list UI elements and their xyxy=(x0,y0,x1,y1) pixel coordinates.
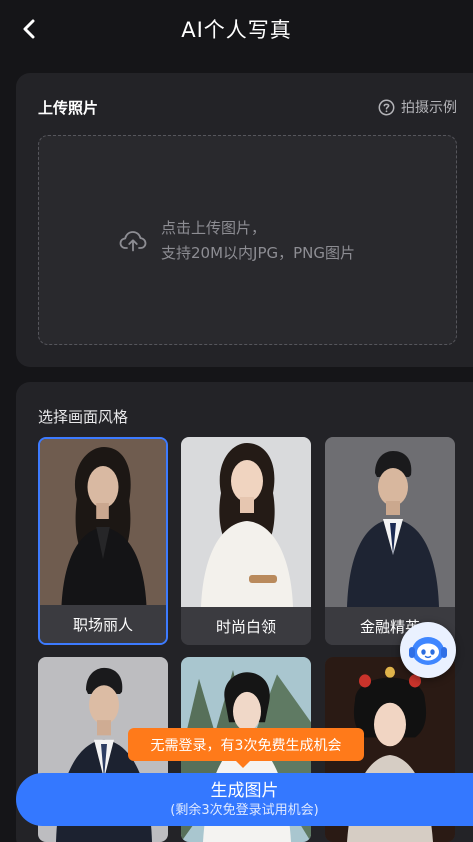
assistant-button[interactable] xyxy=(400,622,456,678)
generate-button[interactable]: 生成图片 (剩余3次免登录试用机会) xyxy=(16,773,473,826)
style-option-label: 时尚白领 xyxy=(181,607,311,645)
upload-section: 上传照片 拍摄示例 点击上传图片， 支持20M以内JPG，PNG图片 xyxy=(16,73,473,367)
style-thumbnail xyxy=(325,437,455,607)
generate-button-sublabel: (剩余3次免登录试用机会) xyxy=(170,802,319,818)
style-option-fashion-white-collar[interactable]: 时尚白领 xyxy=(181,437,311,645)
chevron-left-icon xyxy=(23,19,35,39)
style-thumbnail xyxy=(181,437,311,607)
question-circle-icon xyxy=(378,99,395,115)
assistant-bot-icon xyxy=(409,637,447,665)
photo-example-label: 拍摄示例 xyxy=(401,100,457,116)
upload-hint: 点击上传图片， 支持20M以内JPG，PNG图片 xyxy=(161,216,355,266)
upload-title: 上传照片 xyxy=(38,99,99,117)
upload-hint-line1: 点击上传图片， xyxy=(161,219,267,237)
top-bar: AI个人写真 xyxy=(0,0,473,58)
photo-example-link[interactable]: 拍摄示例 xyxy=(378,97,457,117)
back-button[interactable] xyxy=(14,14,44,44)
cloud-upload-icon xyxy=(119,231,147,252)
style-option-finance-elite[interactable]: 金融精英 xyxy=(325,437,455,645)
style-title: 选择画面风格 xyxy=(38,408,129,426)
upload-dropzone[interactable]: 点击上传图片， 支持20M以内JPG，PNG图片 xyxy=(38,135,457,345)
style-option-label: 职场丽人 xyxy=(40,605,166,643)
style-option-workplace-lady[interactable]: 职场丽人 xyxy=(38,437,168,645)
upload-hint-line2: 支持20M以内JPG，PNG图片 xyxy=(161,244,356,262)
free-trial-tooltip: 无需登录，有3次免费生成机会 xyxy=(128,728,364,768)
style-thumbnail xyxy=(40,439,166,609)
page-title: AI个人写真 xyxy=(181,18,292,42)
generate-button-label: 生成图片 xyxy=(210,780,279,801)
